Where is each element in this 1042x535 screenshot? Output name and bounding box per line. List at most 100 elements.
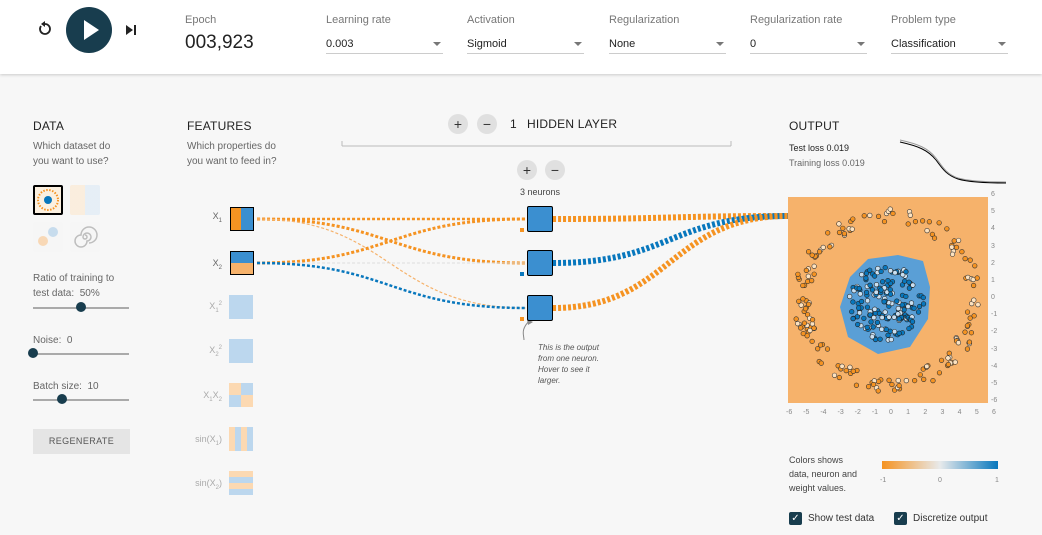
point-orange (795, 321, 801, 327)
remove-neuron-button[interactable]: − (545, 160, 565, 180)
point-orange (806, 301, 812, 307)
x-axis-tick: 2 (923, 409, 928, 416)
point-orange (841, 231, 847, 237)
remove-layer-button[interactable]: − (477, 114, 497, 134)
point-blue (908, 300, 915, 306)
point-orange (839, 363, 845, 369)
point-blue (869, 334, 875, 340)
bias-h1[interactable] (520, 228, 524, 232)
x-axis-tick: -3 (837, 409, 844, 416)
point-orange (971, 282, 977, 289)
point-orange (805, 249, 812, 255)
point-orange (847, 364, 853, 370)
point-blue (857, 291, 863, 297)
hidden-layer-count: 1 (510, 117, 517, 131)
neuron-3[interactable] (527, 295, 553, 321)
point-blue (856, 305, 862, 311)
point-blue (887, 287, 893, 293)
point-orange (809, 278, 815, 284)
point-orange (953, 244, 960, 250)
point-blue (863, 275, 869, 281)
point-orange (972, 263, 978, 269)
point-orange (959, 249, 965, 255)
point-orange (966, 339, 973, 345)
bias-h3[interactable] (520, 317, 524, 321)
point-orange (962, 256, 968, 262)
point-blue (877, 336, 883, 342)
point-blue (883, 326, 889, 333)
y-axis-tick: 6 (991, 191, 995, 198)
y-axis-tick: 5 (991, 208, 995, 216)
point-orange (811, 271, 817, 277)
link-h2-out[interactable] (552, 213, 789, 266)
color-legend-bar (882, 461, 998, 469)
add-neuron-button[interactable]: + (517, 160, 537, 180)
x-axis-tick: -6 (786, 409, 793, 416)
add-layer-button[interactable]: + (448, 114, 468, 134)
discretize-output-checkbox[interactable]: ✓ (894, 512, 907, 525)
point-orange (912, 218, 919, 225)
point-orange (875, 378, 882, 385)
point-orange (850, 368, 856, 374)
point-orange (968, 330, 975, 336)
point-orange (912, 377, 918, 384)
point-orange (861, 213, 867, 219)
point-orange (875, 213, 882, 219)
point-orange (798, 325, 804, 331)
link-x2-h3[interactable] (256, 261, 527, 310)
point-orange (967, 257, 973, 263)
point-orange (952, 359, 958, 365)
point-blue (880, 279, 886, 285)
point-blue (873, 289, 879, 295)
neuron-1[interactable] (527, 206, 553, 232)
point-orange (971, 297, 977, 303)
point-orange (945, 361, 951, 368)
point-orange (811, 263, 817, 269)
point-blue (873, 282, 880, 288)
x-axis-tick: 5 (974, 409, 979, 416)
point-orange (890, 210, 896, 217)
point-blue (859, 272, 865, 278)
point-blue (903, 269, 909, 275)
point-blue (850, 299, 856, 305)
point-orange (951, 238, 957, 244)
x-axis-tick: -1 (871, 409, 879, 416)
point-blue (870, 324, 876, 330)
point-blue (905, 303, 911, 310)
point-orange (816, 249, 823, 255)
point-blue (879, 326, 885, 332)
point-blue (856, 285, 862, 292)
show-test-data-checkbox[interactable]: ✓ (789, 512, 802, 525)
y-axis-tick: -5 (991, 379, 998, 387)
point-blue (874, 319, 881, 326)
output-heatmap[interactable] (788, 197, 988, 403)
tooltip-line: from one neuron. (538, 354, 599, 363)
point-blue (920, 301, 927, 307)
point-blue (903, 293, 909, 300)
bias-h2[interactable] (520, 272, 524, 276)
point-orange (964, 309, 971, 315)
y-axis-tick: -6 (991, 397, 998, 404)
point-orange (887, 206, 893, 212)
point-orange (809, 338, 815, 344)
point-blue (881, 299, 887, 305)
point-orange (800, 296, 806, 302)
point-orange (924, 228, 930, 234)
point-blue (895, 311, 901, 317)
neuron-2[interactable] (527, 250, 553, 276)
x-axis-tick: -4 (820, 409, 827, 416)
point-blue (859, 298, 865, 305)
point-orange (800, 282, 806, 289)
point-orange (843, 368, 849, 374)
y-axis-tick: -2 (991, 328, 998, 336)
point-orange (921, 376, 927, 382)
hidden-layer-title: HIDDEN LAYER (527, 117, 618, 131)
discretize-output-label: Discretize output (913, 513, 988, 524)
y-axis-tick: 3 (991, 242, 995, 250)
link-x2-h1[interactable] (256, 217, 527, 265)
point-blue (892, 270, 898, 276)
point-orange (875, 388, 881, 394)
point-orange (945, 355, 951, 361)
show-test-data-label: Show test data (808, 513, 875, 524)
point-blue (888, 336, 894, 343)
